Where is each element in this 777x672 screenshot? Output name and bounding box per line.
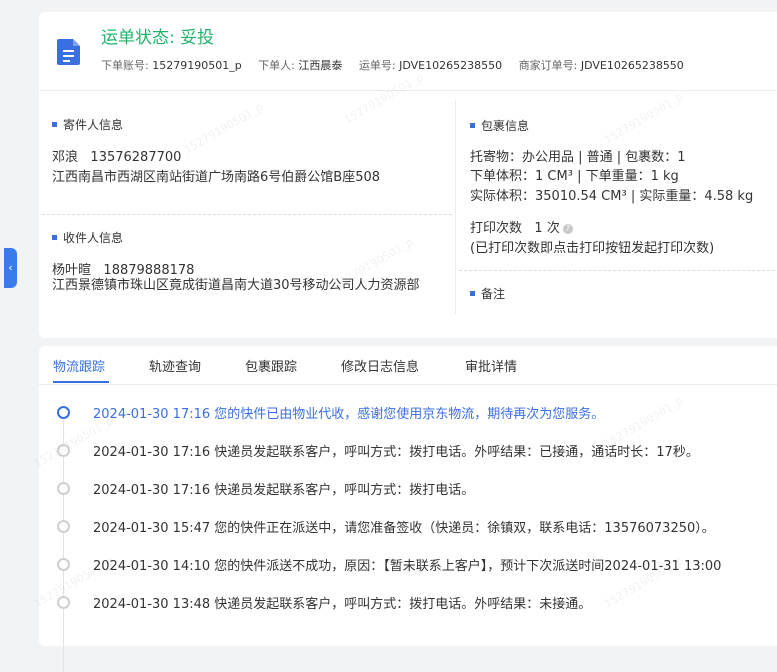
orderer-label: 下单人: xyxy=(258,59,295,72)
tab-trajectory-query[interactable]: 轨迹查询 xyxy=(149,356,201,375)
order-volume-label: 下单体积： xyxy=(470,169,536,184)
order-account-value: 15279190501_p xyxy=(152,59,242,72)
sender-section-title: 寄件人信息 xyxy=(52,116,123,133)
package-title-text: 包裹信息 xyxy=(481,119,530,133)
timeline-dot-icon xyxy=(57,482,70,495)
receiver-address: 江西景德镇市珠山区竟成街道昌南大道30号移动公司人力资源部 xyxy=(52,278,420,293)
timeline-dot-icon xyxy=(57,520,70,533)
section-marker-icon xyxy=(52,122,57,127)
column-divider xyxy=(455,100,456,314)
chevron-left-icon: ‹ xyxy=(8,261,13,274)
timeline-text: 2024-01-30 17:16 您的快件已由物业代收，感谢您使用京东物流，期待… xyxy=(93,407,605,422)
watermark: 15279190501_p xyxy=(181,100,266,157)
tab-package-tracking[interactable]: 包裹跟踪 xyxy=(245,356,297,375)
package-section-title: 包裹信息 xyxy=(470,117,529,134)
receiver-name-phone: 杨叶暄 18879888178 xyxy=(52,259,194,278)
sender-address: 江西南昌市西湖区南站街道广场南路6号伯爵公馆B座508 xyxy=(52,170,381,185)
timeline-text: 2024-01-30 17:16 快递员发起联系客户，呼叫方式：拨打电话。 xyxy=(93,483,475,498)
waybill-info-card: 运单状态: 妥投 下单账号: 15279190501_p 下单人: 江西晨泰 运… xyxy=(39,12,777,338)
sender-phone: 13576287700 xyxy=(90,150,182,165)
tracking-tabs: 物流跟踪 轨迹查询 包裹跟踪 修改日志信息 审批详情 xyxy=(39,346,777,385)
print-count-line: 打印次数 1 次? xyxy=(470,217,573,236)
document-icon xyxy=(57,39,80,65)
actual-volume-value: 35010.54 CM³ xyxy=(535,189,627,204)
waybill-no-value: JDVE10265238550 xyxy=(399,59,503,72)
order-weight-label: | 下单重量： xyxy=(572,169,651,184)
order-volume-value: 1 CM³ xyxy=(535,169,573,184)
timeline-item: 2024-01-30 17:16 快递员发起联系客户，呼叫方式：拨打电话。外呼结… xyxy=(39,441,777,461)
timeline-item: 2024-01-30 17:16 快递员发起联系客户，呼叫方式：拨打电话。 xyxy=(39,479,777,499)
timeline-dot-icon xyxy=(57,406,70,419)
package-order-volume-line: 下单体积：1 CM³ | 下单重量：1 kg xyxy=(470,165,679,184)
remark-section-title: 备注 xyxy=(470,285,505,302)
receiver-section-title: 收件人信息 xyxy=(52,229,123,246)
remark-title-text: 备注 xyxy=(481,287,506,301)
timeline-text: 2024-01-30 15:47 您的快件正在派送中，请您准备签收（快递员：徐镇… xyxy=(93,521,715,536)
receiver-name: 杨叶暄 xyxy=(52,263,92,278)
sender-title-text: 寄件人信息 xyxy=(63,118,124,132)
timeline-text: 2024-01-30 14:10 您的快件派送不成功，原因：【暂未联系上客户】，… xyxy=(93,559,722,574)
print-count-value: 1 次 xyxy=(534,221,560,236)
active-tab-indicator xyxy=(53,381,109,383)
tab-approval-details[interactable]: 审批详情 xyxy=(465,356,517,375)
timeline-item: 2024-01-30 13:48 快递员发起联系客户，呼叫方式：拨打电话。外呼结… xyxy=(39,593,777,613)
waybill-status-title: 运单状态: 妥投 xyxy=(101,28,215,48)
section-marker-icon xyxy=(470,123,475,128)
tracking-card: 物流跟踪 轨迹查询 包裹跟踪 修改日志信息 审批详情 2024-01-30 17… xyxy=(32,346,777,672)
sender-name: 邓浪 xyxy=(52,150,79,165)
sender-name-phone: 邓浪 13576287700 xyxy=(52,146,181,165)
receiver-title-text: 收件人信息 xyxy=(63,231,124,245)
timeline-item: 2024-01-30 15:47 您的快件正在派送中，请您准备签收（快递员：徐镇… xyxy=(39,517,777,537)
tab-logistics-tracking[interactable]: 物流跟踪 xyxy=(53,356,105,375)
orderer-value: 江西晨泰 xyxy=(298,59,343,72)
waybill-no-label: 运单号: xyxy=(358,59,396,72)
package-actual-volume-line: 实际体积：35010.54 CM³ | 实际重量：4.58 kg xyxy=(470,185,753,204)
order-weight-value: 1 kg xyxy=(650,169,679,184)
merchant-order-value: JDVE10265238550 xyxy=(580,59,684,72)
order-account-label: 下单账号: xyxy=(101,59,149,72)
help-icon[interactable]: ? xyxy=(562,223,573,234)
package-goods-line: 托寄物：办公用品 | 普通 | 包裹数：1 xyxy=(470,150,686,165)
watermark: 15279190501_p xyxy=(601,90,686,147)
merchant-order-label: 商家订单号: xyxy=(518,59,578,72)
section-marker-icon xyxy=(52,235,57,240)
sender-divider xyxy=(42,214,452,215)
package-divider xyxy=(459,270,777,271)
timeline-dot-icon xyxy=(57,558,70,571)
left-strip xyxy=(0,0,8,631)
timeline-text: 2024-01-30 13:48 快递员发起联系客户，呼叫方式：拨打电话。外呼结… xyxy=(93,597,592,612)
actual-volume-label: 实际体积： xyxy=(470,189,536,204)
waybill-meta-line: 下单账号: 15279190501_p 下单人: 江西晨泰 运单号: JDVE1… xyxy=(101,57,697,73)
actual-weight-label: | 实际重量： xyxy=(626,189,705,204)
actual-weight-value: 4.58 kg xyxy=(704,189,754,204)
section-marker-icon xyxy=(470,291,475,296)
print-count-hint: (已打印次数即点击打印按钮发起打印次数) xyxy=(470,241,715,256)
receiver-phone: 18879888178 xyxy=(103,263,195,278)
tab-change-log[interactable]: 修改日志信息 xyxy=(341,356,419,375)
print-count-label: 打印次数 xyxy=(470,221,523,236)
sidebar-collapse-button[interactable]: ‹ xyxy=(4,248,17,288)
